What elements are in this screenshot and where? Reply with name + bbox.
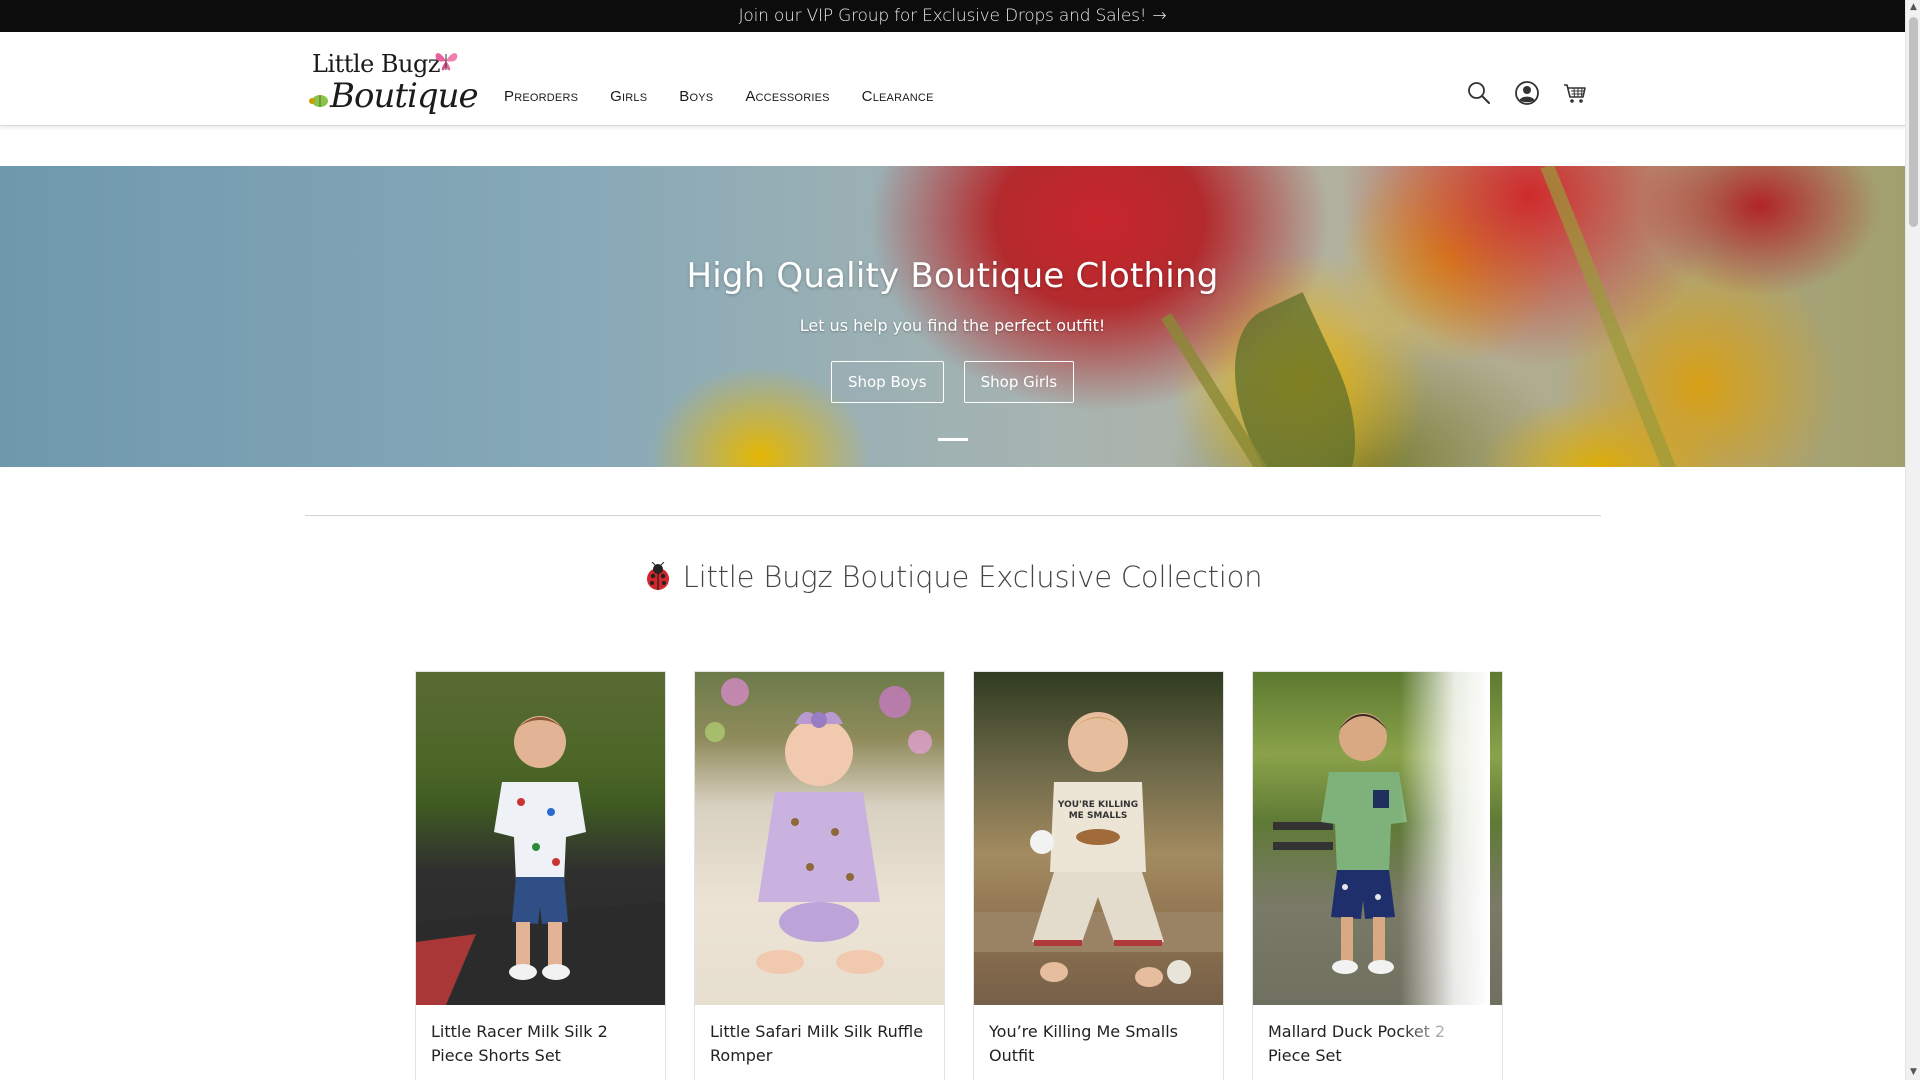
announcement-bar[interactable]: Join our VIP Group for Exclusive Drops a… — [0, 0, 1905, 32]
nav-item-accessories[interactable]: Accessories — [745, 88, 829, 105]
product-image[interactable] — [695, 672, 944, 1005]
logo-line-2: Boutique — [330, 76, 479, 116]
cart-icon[interactable] — [1562, 80, 1588, 106]
product-photo-baby-romper — [705, 678, 932, 974]
product-image[interactable] — [416, 672, 665, 1005]
product-name[interactable]: Little Safari Milk Silk Ruffle Romper — [710, 1020, 930, 1068]
beetle-icon — [309, 95, 328, 107]
shirt-print: YOU'RE KILLING — [1057, 800, 1138, 810]
hero-buttons: Shop Boys Shop Girls — [0, 361, 1905, 403]
arrow-right-icon[interactable]: → — [1152, 6, 1166, 26]
nav-item-clearance[interactable]: Clearance — [862, 88, 934, 105]
nav-item-girls[interactable]: Girls — [610, 88, 647, 105]
nav-item-boys[interactable]: Boys — [679, 88, 713, 105]
shop-boys-button[interactable]: Shop Boys — [830, 361, 944, 403]
ladybug-icon — [646, 562, 669, 590]
hero-banner: High Quality Boutique Clothing Let us he… — [0, 166, 1905, 467]
product-card[interactable]: Mallard Duck Pocket 2 Piece Set — [1252, 671, 1503, 1080]
hero-title: High Quality Boutique Clothing — [686, 256, 1219, 296]
collection-title: Little Bugz Boutique Exclusive Collectio… — [682, 560, 1263, 594]
scrollbar[interactable]: ▲ ▼ — [1905, 0, 1920, 1080]
product-name[interactable]: Little Racer Milk Silk 2 Piece Shorts Se… — [431, 1020, 651, 1068]
shirt-print: ME SMALLS — [1069, 811, 1128, 821]
shop-girls-button[interactable]: Shop Girls — [963, 361, 1075, 403]
product-name[interactable]: Mallard Duck Pocket 2 Piece Set — [1268, 1020, 1488, 1068]
slide-indicator[interactable] — [938, 438, 968, 441]
site-header: Little Bugz Boutique Preorders Girls Boy… — [0, 32, 1905, 126]
logo-line-1: Little Bugz — [312, 50, 441, 78]
product-card[interactable]: Little Safari Milk Silk Ruffle Romper — [694, 671, 945, 1080]
divider — [305, 515, 1601, 516]
page: Join our VIP Group for Exclusive Drops a… — [0, 0, 1905, 1080]
product-photo-baseball-outfit: YOU'RE KILLING ME SMALLS — [974, 712, 1223, 987]
collection-heading: Little Bugz Boutique Exclusive Collectio… — [0, 560, 1905, 594]
product-photo-boy-racer — [416, 716, 665, 1005]
logo[interactable]: Little Bugz Boutique — [306, 48, 479, 120]
search-icon[interactable] — [1466, 80, 1492, 106]
scroll-up-icon[interactable]: ▲ — [1906, 0, 1920, 15]
product-photo-duck-pocket-set — [1273, 713, 1407, 974]
hero-content: High Quality Boutique Clothing Let us he… — [0, 166, 1905, 467]
scrollbar-thumb[interactable] — [1909, 17, 1918, 227]
product-card[interactable]: Little Racer Milk Silk 2 Piece Shorts Se… — [415, 671, 666, 1080]
announcement-text[interactable]: Join our VIP Group for Exclusive Drops a… — [739, 6, 1147, 26]
nav-item-preorders[interactable]: Preorders — [504, 88, 578, 105]
product-name[interactable]: You’re Killing Me Smalls Outfit — [989, 1020, 1209, 1068]
product-image[interactable]: YOU'RE KILLING ME SMALLS — [974, 672, 1223, 1005]
main-nav: Preorders Girls Boys Accessories Clearan… — [504, 88, 966, 105]
butterfly-icon — [435, 53, 458, 71]
product-image[interactable] — [1253, 672, 1502, 1005]
header-icons — [1466, 80, 1610, 106]
scroll-down-icon[interactable]: ▼ — [1906, 1065, 1920, 1080]
product-carousel: Little Racer Milk Silk 2 Piece Shorts Se… — [415, 671, 1531, 1080]
product-card[interactable]: YOU'RE KILLING ME SMALLS You’re Killing … — [973, 671, 1224, 1080]
account-icon[interactable] — [1514, 80, 1540, 106]
hero-subtitle: Let us help you find the perfect outfit! — [799, 316, 1106, 335]
